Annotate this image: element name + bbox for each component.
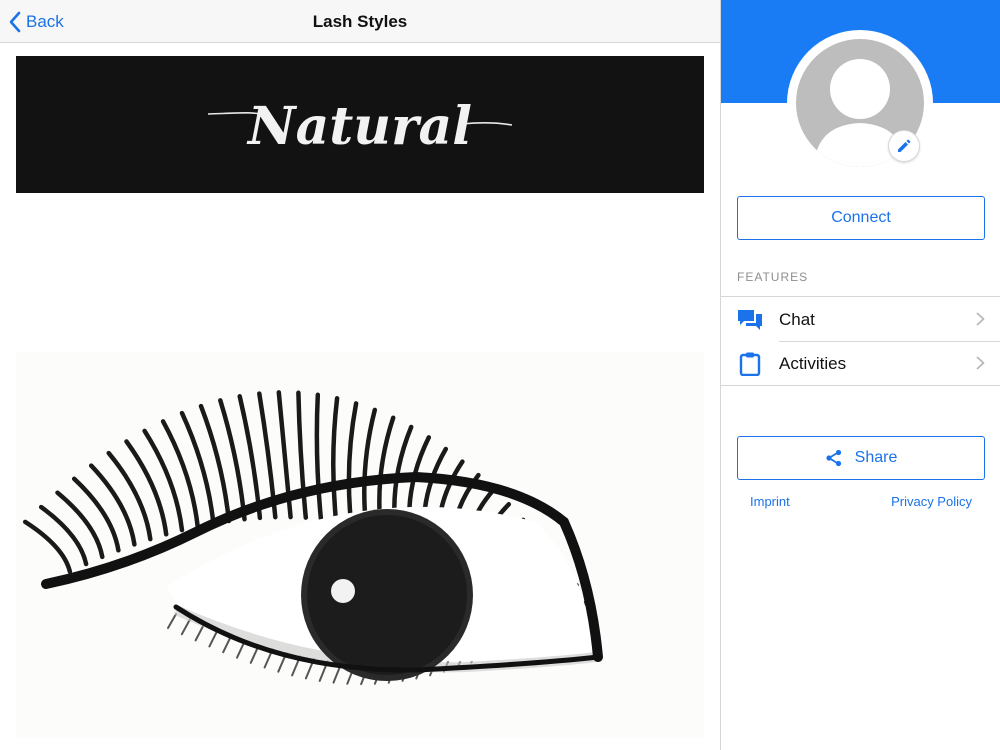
chevron-right-icon xyxy=(976,356,985,370)
share-label: Share xyxy=(854,449,898,466)
feature-label-activities: Activities xyxy=(779,354,847,373)
main-pane: Back Lash Styles Natural xyxy=(0,0,720,750)
feature-item-chat[interactable]: Chat xyxy=(721,297,1000,341)
feature-item-activities[interactable]: Activities xyxy=(721,341,1000,385)
lower-eyelash xyxy=(167,613,177,629)
share-button[interactable]: Share xyxy=(737,436,985,480)
upper-eyelash xyxy=(218,398,247,522)
footer-links: Imprint Privacy Policy xyxy=(721,494,1000,512)
pencil-icon xyxy=(898,139,911,152)
upper-eyelash xyxy=(296,390,309,520)
lower-eyelash xyxy=(208,629,219,648)
natural-banner-image: Natural xyxy=(16,56,704,193)
imprint-link[interactable]: Imprint xyxy=(750,494,790,509)
upper-eyelash xyxy=(346,401,359,525)
lower-eyelash xyxy=(194,624,205,642)
upper-eyelash xyxy=(22,519,73,574)
features-list: Chat Activities xyxy=(721,296,1000,386)
privacy-policy-link[interactable]: Privacy Policy xyxy=(891,494,972,509)
upper-eyelash xyxy=(362,407,378,528)
feature-label-chat: Chat xyxy=(779,310,815,329)
chat-bubbles-icon xyxy=(738,310,762,330)
upper-eyelash xyxy=(314,392,324,521)
lower-eyelash xyxy=(180,618,191,636)
upper-eyelash xyxy=(331,396,340,523)
chevron-right-icon xyxy=(976,312,985,326)
share-icon xyxy=(826,449,841,467)
page-title: Lash Styles xyxy=(312,12,408,31)
banner-text: Natural xyxy=(246,96,472,157)
clipboard-icon xyxy=(739,352,761,376)
navigation-bar: Back Lash Styles xyxy=(0,0,720,43)
profile-sidebar: Connect FEATURES Chat Activities Share I… xyxy=(720,0,1000,750)
connect-button[interactable]: Connect xyxy=(737,196,985,240)
features-heading: FEATURES xyxy=(737,270,809,284)
edit-avatar-button[interactable] xyxy=(888,130,920,162)
eye-lash-illustration xyxy=(16,352,704,738)
